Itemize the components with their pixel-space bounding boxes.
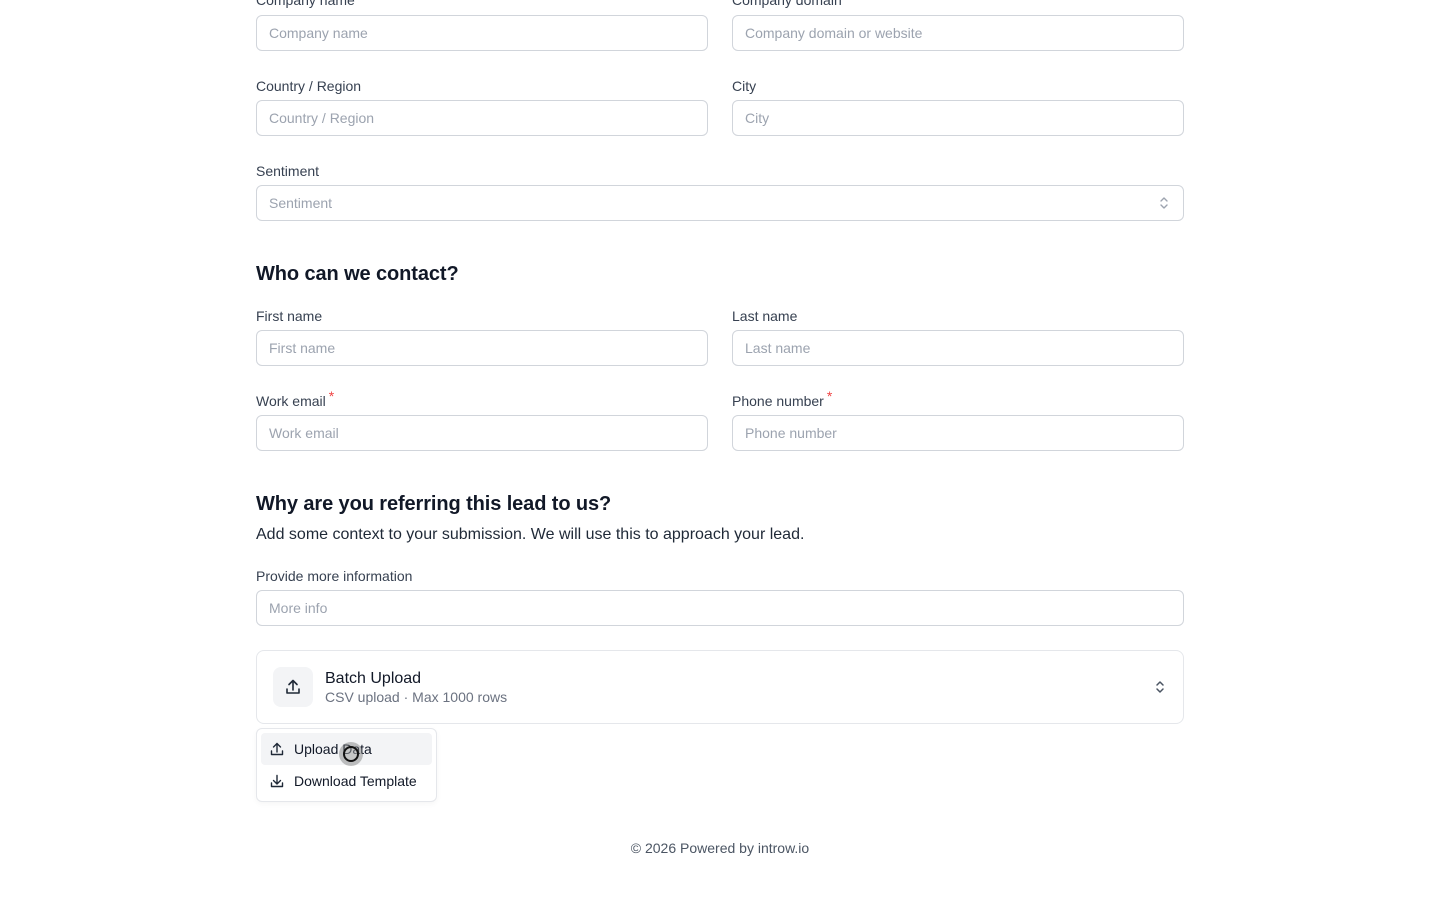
more-info-label: Provide more information <box>256 568 413 584</box>
first-name-label: First name <box>256 308 323 324</box>
work-email-input[interactable] <box>256 415 708 451</box>
country-input[interactable] <box>256 100 708 136</box>
more-info-field: Provide more information <box>256 566 1184 626</box>
sentiment-field: Sentiment Sentiment <box>256 161 1184 221</box>
last-name-label: Last name <box>732 308 798 324</box>
batch-upload-icon-box <box>273 667 313 707</box>
required-asterisk: * <box>826 388 833 404</box>
phone-input[interactable] <box>732 415 1184 451</box>
referral-heading: Why are you referring this lead to us? <box>256 493 612 515</box>
company-domain-label: Company domain <box>732 0 842 8</box>
download-icon <box>270 774 284 788</box>
menu-item-download-template[interactable]: Download Template <box>261 765 432 797</box>
company-name-input[interactable] <box>256 15 708 51</box>
batch-upload-toggle[interactable]: Batch Upload CSV upload · Max 1000 rows <box>256 650 1184 724</box>
country-label: Country / Region <box>256 78 362 94</box>
referral-subtitle: Add some context to your submission. We … <box>256 526 805 543</box>
first-name-input[interactable] <box>256 330 708 366</box>
batch-upload-description: CSV upload · Max 1000 rows <box>325 689 508 705</box>
location-row: Country / Region City <box>256 76 1184 136</box>
required-asterisk: * <box>328 388 335 404</box>
more-info-input[interactable] <box>256 590 1184 626</box>
name-row: First name Last name <box>256 306 1184 366</box>
contact-heading: Who can we contact? <box>256 263 459 285</box>
sentiment-label: Sentiment <box>256 163 320 179</box>
company-row: Company name Company domain <box>256 0 1184 51</box>
upload-icon <box>270 742 284 756</box>
company-name-label: Company name <box>256 0 355 8</box>
company-domain-input[interactable] <box>732 15 1184 51</box>
mouse-cursor <box>339 742 363 766</box>
contact-info-row: Work email* Phone number* <box>256 388 1184 451</box>
work-email-label: Work email * <box>256 388 708 411</box>
batch-upload-menu: Upload Data Download Template <box>256 728 437 802</box>
phone-label-text: Phone number <box>732 393 824 409</box>
city-input[interactable] <box>732 100 1184 136</box>
menu-item-upload-data[interactable]: Upload Data <box>261 733 432 766</box>
sentiment-placeholder: Sentiment <box>269 195 333 211</box>
phone-label: Phone number * <box>732 388 1184 411</box>
footer-text: © 2026 Powered by introw.io <box>630 840 810 856</box>
last-name-input[interactable] <box>732 330 1184 366</box>
menu-item-label: Download Template <box>294 773 417 789</box>
batch-upload-title: Batch Upload <box>325 670 422 687</box>
chevron-up-down-icon <box>1156 681 1164 693</box>
work-email-label-text: Work email <box>256 393 326 409</box>
upload-icon <box>286 679 300 694</box>
sentiment-select[interactable]: Sentiment <box>256 185 1184 221</box>
chevron-up-down-icon <box>1160 197 1168 209</box>
city-label: City <box>732 78 757 94</box>
